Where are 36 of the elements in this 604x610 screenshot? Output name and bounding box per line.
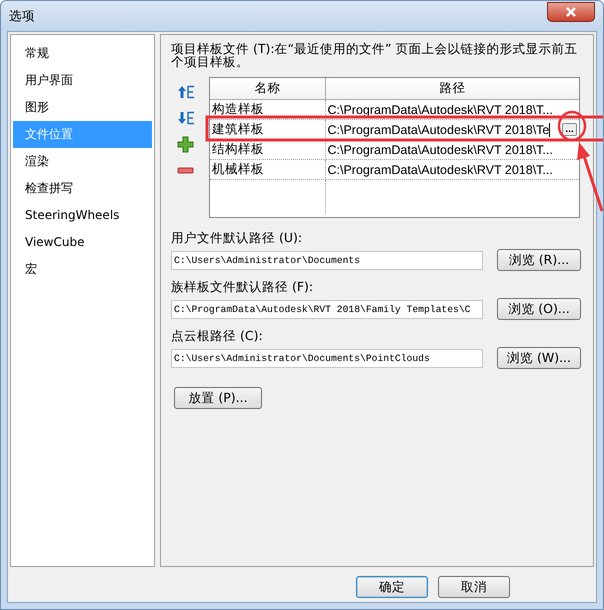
field-label: 族样板文件默认路径 (F): bbox=[171, 279, 314, 294]
field-label: 点云根路径 (C): bbox=[171, 328, 264, 343]
column-header: 路径 bbox=[325, 78, 579, 100]
browse-button[interactable]: 浏览 (R)... bbox=[497, 249, 581, 271]
highlight-circle bbox=[558, 110, 586, 142]
cancel-button[interactable]: 取消 bbox=[438, 576, 510, 598]
sidebar-item[interactable]: 渲染 bbox=[13, 148, 152, 175]
browse-button[interactable]: 浏览 (O)... bbox=[497, 298, 581, 320]
close-icon bbox=[565, 7, 577, 17]
sidebar-item[interactable]: SteeringWheels bbox=[13, 202, 152, 229]
sidebar-item[interactable]: 图形 bbox=[13, 94, 152, 121]
plus-icon[interactable] bbox=[177, 136, 195, 153]
table-cell: 结构样板 bbox=[210, 140, 325, 160]
sidebar-item[interactable]: 检查拼写 bbox=[13, 175, 152, 202]
sidebar-item[interactable]: 宏 bbox=[13, 256, 152, 283]
browse-button[interactable]: 浏览 (W)... bbox=[497, 347, 581, 369]
move-up-icon[interactable] bbox=[177, 84, 195, 101]
place-button[interactable]: 放置 (P)... bbox=[174, 387, 262, 409]
move-down-icon[interactable] bbox=[177, 110, 195, 127]
arrow bbox=[577, 142, 603, 212]
browse-button[interactable]: ... bbox=[562, 123, 577, 136]
column-header: 名称 bbox=[210, 78, 325, 100]
table-cell: 建筑样板 bbox=[210, 120, 325, 140]
window-title: 选项 bbox=[9, 8, 35, 24]
description-text: 项目样板文件 (T):在“最近使用的文件” 页面上会以链接的形式显示前五个项目样板。 bbox=[171, 42, 578, 68]
field-label: 用户文件默认路径 (U): bbox=[171, 230, 304, 245]
sidebar-item[interactable]: ViewCube bbox=[13, 229, 152, 256]
sidebar-item[interactable]: 用户界面 bbox=[13, 67, 152, 94]
sidebar-item[interactable]: 常规 bbox=[13, 40, 152, 67]
path-field[interactable]: C:\Users\Administrator\Documents\PointClouds bbox=[171, 348, 483, 368]
close-button[interactable] bbox=[547, 2, 595, 22]
path-edit-field[interactable]: C:\ProgramData\Autodesk\RVT 2018\Te bbox=[328, 122, 550, 136]
ok-button[interactable]: 确定 bbox=[356, 576, 428, 598]
path-field[interactable]: C:\Users\Administrator\Documents bbox=[171, 250, 483, 270]
path-field[interactable]: C:\ProgramData\Autodesk\RVT 2018\Family Templates\C bbox=[171, 300, 483, 318]
table-cell: 机械样板 bbox=[210, 160, 325, 180]
